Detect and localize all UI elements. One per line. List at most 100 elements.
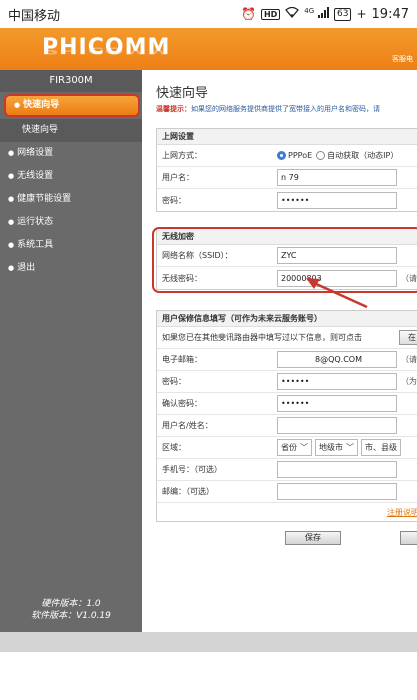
name-input[interactable] xyxy=(277,417,397,434)
sidebar-item-label: 系统工具 xyxy=(17,240,54,250)
sidebar-item-logout[interactable]: ● 退出 xyxy=(0,257,142,280)
email-input[interactable]: 8@QQ.COM xyxy=(277,351,397,368)
confirm-password-label: 确认密码： xyxy=(162,399,202,408)
page-title: 快速向导 xyxy=(156,86,209,101)
sidebar-item-network[interactable]: ● 网络设置 xyxy=(0,142,142,165)
save-button[interactable]: 保存 xyxy=(285,531,341,545)
charging-icon: + xyxy=(356,7,367,21)
name-label: 用户名/姓名： xyxy=(162,421,213,430)
region-label: 区域： xyxy=(162,443,186,452)
sidebar-item-quick-wizard[interactable]: ● 快速向导 xyxy=(4,94,140,117)
sidebar-item-label: 快速向导 xyxy=(23,100,60,110)
password-label: 密码： xyxy=(162,195,186,205)
status-bar: 中国移动 ⏰ HD 4G 63 + 19:47 xyxy=(0,0,417,28)
phone-input[interactable] xyxy=(277,461,397,478)
dhcp-label: 自动获取（动态IP） xyxy=(327,151,399,160)
software-version: 软件版本：V1.0.19 xyxy=(31,611,111,621)
panel-header: 上网设置 xyxy=(157,129,417,145)
region-row: 区域： 省份 ﹀ 地级市 ﹀ 市、县级 xyxy=(157,437,417,459)
confirm-password-input[interactable]: •••••• xyxy=(277,395,397,412)
signal-icon: 4G xyxy=(304,7,330,21)
chevron-down-icon: ﹀ xyxy=(300,443,308,452)
zip-input[interactable] xyxy=(277,483,397,500)
zip-row: 邮编：（可选） xyxy=(157,481,417,503)
province-select[interactable]: 省份 ﹀ xyxy=(277,439,312,456)
header-banner: PHICOMM PHICOMM 客服电 xyxy=(0,28,417,70)
city-value: 地级市 xyxy=(319,443,343,452)
bullet-icon: ● xyxy=(8,195,15,203)
support-link[interactable]: 客服电 xyxy=(392,54,413,64)
account-password-row: 密码： •••••• （为 xyxy=(157,371,417,393)
username-row: 用户名： n 79 xyxy=(157,167,417,189)
email-label: 电子邮箱： xyxy=(162,355,202,364)
sidebar-item-power-saving[interactable]: ● 健康节能设置 xyxy=(0,188,142,211)
sidebar-item-label: 健康节能设置 xyxy=(17,194,72,204)
province-value: 省份 xyxy=(281,443,297,452)
chevron-down-icon: ﹀ xyxy=(346,443,354,452)
phone-label: 手机号：（可选） xyxy=(162,465,222,474)
register-instructions-link[interactable]: 注册说明 xyxy=(387,507,417,518)
bullet-icon: ● xyxy=(8,172,15,180)
bullet-icon: ● xyxy=(8,149,15,157)
tip-label: 温馨提示： xyxy=(156,105,191,113)
register-row: 注册说明 xyxy=(157,503,417,521)
logo-reflection: PHICOMM xyxy=(42,44,171,56)
confirm-password-row: 确认密码： •••••• xyxy=(157,393,417,415)
city-select[interactable]: 地级市 ﹀ xyxy=(315,439,358,456)
account-password-hint: （为 xyxy=(401,377,417,386)
sidebar: FIR300M ● 快速向导 快速向导 ● 网络设置 ● 无线设置 ● 健康节能设置 ●… xyxy=(0,70,142,632)
dhcp-radio[interactable] xyxy=(316,151,326,160)
hardware-version: 硬件版本：1.0 xyxy=(41,599,101,609)
bullet-icon: ● xyxy=(8,264,15,272)
account-password-input[interactable]: •••••• xyxy=(277,373,397,390)
status-icons: ⏰ HD 4G 63 + 19:47 xyxy=(241,7,409,22)
arrow-annotation-icon xyxy=(306,278,368,309)
email-hint: （请 xyxy=(401,355,417,364)
username-label: 用户名： xyxy=(162,173,194,182)
version-info: 硬件版本：1.0 软件版本：V1.0.19 xyxy=(0,598,142,622)
sidebar-nav: ● 快速向导 快速向导 ● 网络设置 ● 无线设置 ● 健康节能设置 ● 运行状态 ● 系统… xyxy=(0,94,142,280)
warranty-note-row: 如果您已在其他斐讯路由器中填写过以下信息，则可点击 在 xyxy=(157,327,417,349)
password-row: 密码： •••••• xyxy=(157,189,417,211)
network-type: 4G xyxy=(304,7,315,15)
bullet-icon: ● xyxy=(8,218,15,226)
username-input[interactable]: n 79 xyxy=(277,169,397,186)
sidebar-item-wireless[interactable]: ● 无线设置 xyxy=(0,165,142,188)
sidebar-item-label: 网络设置 xyxy=(17,148,54,158)
sidebar-item-system-tools[interactable]: ● 系统工具 xyxy=(0,234,142,257)
account-password-label: 密码： xyxy=(162,377,186,386)
alarm-icon: ⏰ xyxy=(241,7,256,21)
connection-mode-options: PPPoE 自动获取（动态IP） xyxy=(277,150,417,161)
panel-header: 用户保修信息填写（可作为未来云服务账号） xyxy=(157,311,417,327)
sidebar-subitem-quick-wizard[interactable]: 快速向导 xyxy=(0,119,142,142)
tip-text: 温馨提示：如果您的网络服务提供商提供了宽带接入的用户名和密码，请 xyxy=(156,104,380,114)
model-name: FIR300M xyxy=(0,70,142,92)
sidebar-item-status[interactable]: ● 运行状态 xyxy=(0,211,142,234)
zip-label: 邮编：（可选） xyxy=(162,487,214,496)
email-row: 电子邮箱： 8@QQ.COM （请 xyxy=(157,349,417,371)
county-select[interactable]: 市、县级 xyxy=(361,439,401,456)
pppoe-radio[interactable] xyxy=(277,151,286,160)
sidebar-item-label: 退出 xyxy=(17,263,36,273)
sidebar-item-label: 无线设置 xyxy=(17,171,54,181)
pppoe-label: PPPoE xyxy=(288,151,313,160)
internet-settings-panel: 上网设置 上网方式： PPPoE 自动获取（动态IP） 用户名： n 79 密码… xyxy=(156,128,417,212)
connection-mode-row: 上网方式： PPPoE 自动获取（动态IP） xyxy=(157,145,417,167)
import-info-button[interactable]: 在 xyxy=(399,330,417,345)
bullet-icon: ● xyxy=(8,241,15,249)
tip-body: 如果您的网络服务提供商提供了宽带接入的用户名和密码，请 xyxy=(191,105,380,113)
hd-badge: HD xyxy=(260,8,281,20)
carrier-label: 中国移动 xyxy=(8,8,61,24)
warranty-info-panel: 用户保修信息填写（可作为未来云服务账号） 如果您已在其他斐讯路由器中填写过以下信… xyxy=(156,310,417,522)
sidebar-item-label: 运行状态 xyxy=(17,217,54,227)
clock: 19:47 xyxy=(371,6,409,22)
county-value: 市、县级 xyxy=(365,443,397,452)
main-content: 快速向导 温馨提示：如果您的网络服务提供商提供了宽带接入的用户名和密码，请 上网… xyxy=(142,70,417,632)
warranty-note: 如果您已在其他斐讯路由器中填写过以下信息，则可点击 xyxy=(162,333,362,342)
password-input[interactable]: •••••• xyxy=(277,191,397,209)
secondary-button[interactable] xyxy=(400,531,417,545)
name-row: 用户名/姓名： xyxy=(157,415,417,437)
sidebar-item-label: 快速向导 xyxy=(22,125,59,135)
connection-mode-label: 上网方式： xyxy=(162,151,202,160)
bullet-icon: ● xyxy=(14,101,21,109)
